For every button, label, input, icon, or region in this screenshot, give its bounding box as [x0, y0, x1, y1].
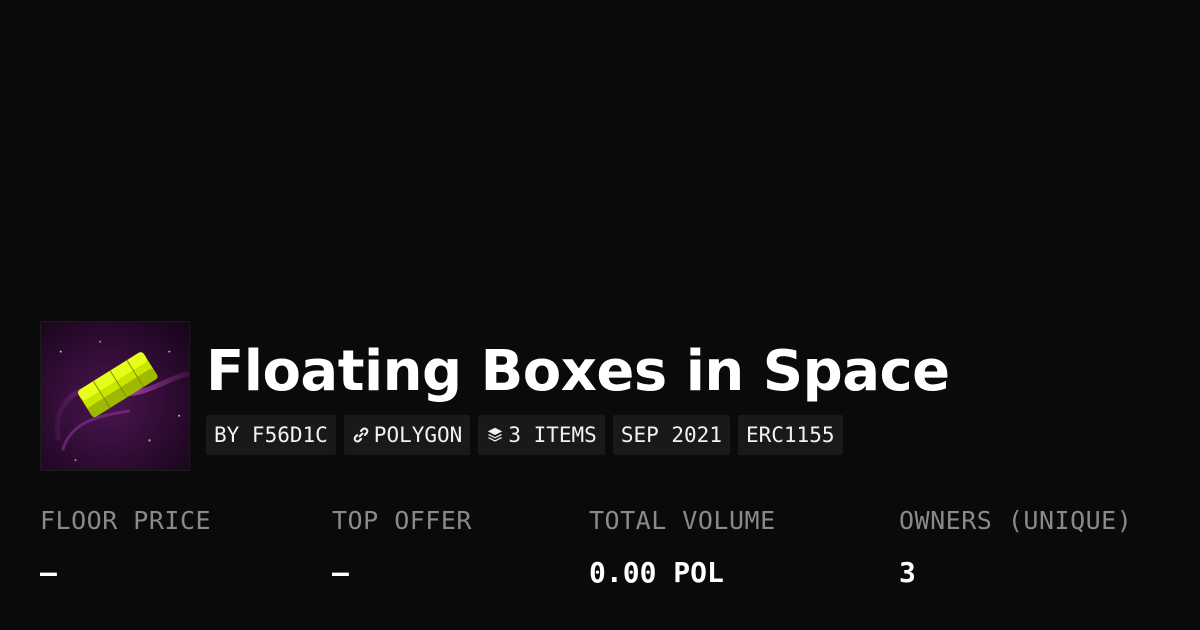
owners-label: OWNERS (UNIQUE): [899, 506, 1133, 535]
standard-tag: ERC1155: [737, 415, 843, 455]
layers-icon: [486, 426, 504, 444]
chain-tag[interactable]: POLYGON: [343, 415, 471, 455]
chain-label: POLYGON: [373, 423, 463, 447]
owners-value: 3: [899, 556, 916, 589]
top-offer-label: TOP OFFER: [332, 506, 472, 535]
link-icon: [352, 426, 370, 444]
owners-stat: OWNERS (UNIQUE) 3: [899, 505, 1132, 589]
date-label: SEP 2021: [620, 423, 722, 447]
total-volume-label: TOTAL VOLUME: [589, 506, 776, 535]
total-volume-stat: TOTAL VOLUME 0.00 POL: [589, 505, 776, 589]
collection-title: Floating Boxes in Space: [206, 339, 950, 404]
top-offer-value: –: [332, 556, 349, 589]
collection-tags: BY F56D1C POLYGON 3 ITEMS SEP 2021 ERC11…: [206, 415, 843, 455]
floor-price-value: –: [40, 556, 57, 589]
total-volume-value: 0.00 POL: [589, 556, 724, 589]
items-tag[interactable]: 3 ITEMS: [478, 415, 605, 455]
standard-label: ERC1155: [745, 423, 835, 447]
items-label: 3 ITEMS: [508, 423, 597, 447]
collection-thumbnail: [40, 321, 190, 471]
date-tag: SEP 2021: [612, 415, 730, 455]
creator-label: BY F56D1C: [214, 423, 328, 447]
creator-tag[interactable]: BY F56D1C: [206, 415, 336, 455]
floating-box-artwork: [41, 322, 189, 470]
floor-price-stat: FLOOR PRICE –: [40, 505, 211, 589]
floor-price-label: FLOOR PRICE: [40, 506, 212, 535]
top-offer-stat: TOP OFFER –: [332, 505, 472, 589]
